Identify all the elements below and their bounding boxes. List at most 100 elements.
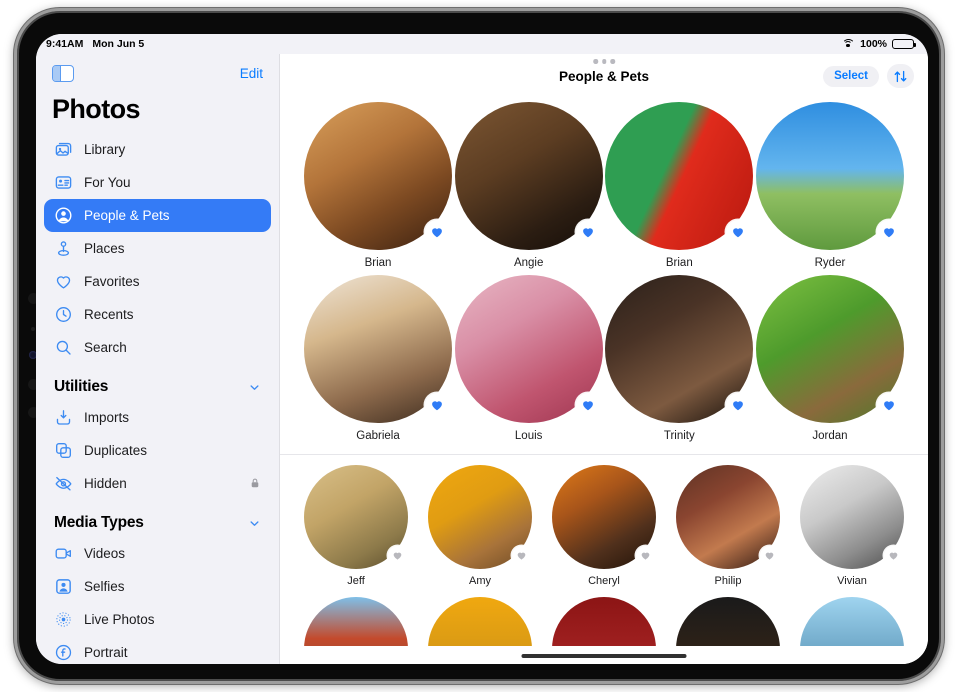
person-tile[interactable]: Vivian: [800, 465, 904, 587]
chevron-down-icon[interactable]: [248, 381, 261, 394]
avatar-wrapper: [676, 465, 780, 569]
unfavorite-heart-badge[interactable]: [388, 546, 407, 565]
person-tile[interactable]: Angie: [454, 102, 603, 269]
person-name: Gabriela: [356, 430, 400, 442]
for-you-card-icon: [54, 173, 73, 192]
avatar-wrapper: [454, 275, 603, 423]
sidebar-item-duplicates[interactable]: Duplicates: [44, 434, 271, 467]
edit-button[interactable]: Edit: [240, 66, 263, 81]
favorite-heart-badge[interactable]: [876, 220, 901, 244]
person-tile[interactable]: Brian: [605, 102, 754, 269]
unfavorite-heart-badge[interactable]: [636, 546, 655, 565]
person-name: Ryder: [814, 257, 846, 269]
people-grid[interactable]: Brian Angie Brian Ryder Gabriela Louis Trinity…: [280, 96, 928, 664]
sidebar-section-header-media-types[interactable]: Media Types: [44, 500, 271, 537]
sidebar-item-label: Duplicates: [84, 443, 148, 458]
favorite-heart-badge[interactable]: [575, 393, 600, 417]
avatar-wrapper: [755, 102, 904, 250]
chevron-down-icon[interactable]: [248, 517, 261, 530]
home-indicator[interactable]: [521, 653, 687, 658]
clock-icon: [54, 305, 73, 324]
favorite-heart-badge[interactable]: [425, 220, 449, 244]
person-tile[interactable]: Trinity: [605, 275, 754, 442]
page-title: Photos: [52, 94, 141, 124]
eye-slash-icon: [54, 474, 73, 493]
sidebar-sections: Utilities Imports Duplicates Hidden Media Ty…: [44, 364, 271, 664]
favorite-heart-badge[interactable]: [575, 220, 600, 244]
people-row: Gabriela Louis Trinity Jordan: [280, 269, 928, 442]
wifi-icon: [841, 38, 855, 50]
person-tile[interactable]: Jeff: [304, 465, 408, 587]
sidebar-item-search[interactable]: Search: [44, 331, 271, 364]
sidebar-item-library[interactable]: Library: [44, 133, 271, 166]
sidebar-item-selfies[interactable]: Selfies: [44, 570, 271, 603]
avatar-wrapper: [800, 465, 904, 569]
person-name: Trinity: [663, 430, 695, 442]
person-tile[interactable]: Gabriela: [304, 275, 452, 442]
favorite-heart-badge[interactable]: [726, 220, 751, 244]
person-tile[interactable]: Philip: [676, 465, 780, 587]
toolbar-actions: Select: [823, 64, 914, 88]
status-bar-right: 100%: [841, 38, 916, 50]
sidebar-item-label: Places: [84, 241, 125, 256]
sidebar-item-label: For You: [84, 175, 131, 190]
favorite-heart-badge[interactable]: [726, 393, 751, 417]
sidebar-item-live-photos[interactable]: Live Photos: [44, 603, 271, 636]
sidebar-item-portrait[interactable]: Portrait: [44, 636, 271, 664]
unfavorite-heart-badge[interactable]: [512, 546, 531, 565]
person-name: Brian: [364, 257, 392, 269]
person-tile[interactable]: Jordan: [755, 275, 904, 442]
sidebar-item-videos[interactable]: Videos: [44, 537, 271, 570]
status-time: 9:41AM: [46, 38, 84, 50]
avatar-wrapper: [605, 275, 754, 423]
avatar-wrapper: [304, 465, 408, 569]
sidebar-item-hidden[interactable]: Hidden: [44, 467, 271, 500]
people-row: Jeff Amy Cheryl Philip Vivian: [280, 455, 928, 587]
person-tile[interactable]: Louis: [454, 275, 603, 442]
ipad-screen: 9:41AM Mon Jun 5 100% Edit Photos Librar…: [36, 34, 928, 664]
person-tile[interactable]: Ryder: [755, 102, 904, 269]
sidebar-toggle-icon[interactable]: [52, 64, 74, 82]
sidebar-item-for-you[interactable]: For You: [44, 166, 271, 199]
avatar-wrapper: [755, 275, 904, 423]
ambient-sensor-dot: [31, 327, 35, 331]
sidebar-item-label: Live Photos: [84, 612, 155, 627]
person-name: Jeff: [347, 575, 365, 587]
portrait-f-icon: [54, 643, 73, 662]
main-toolbar: People & Pets Select: [280, 56, 928, 96]
sidebar-section-header-utilities[interactable]: Utilities: [44, 364, 271, 401]
person-tile[interactable]: Cheryl: [552, 465, 656, 587]
status-bar-left: 9:41AM Mon Jun 5: [46, 38, 144, 50]
import-tray-icon: [54, 408, 73, 427]
person-circle-icon: [54, 206, 73, 225]
avatar-wrapper: [454, 102, 603, 250]
person-tile[interactable]: Brian: [304, 102, 452, 269]
unfavorite-heart-badge[interactable]: [884, 546, 903, 565]
avatar-wrapper: [428, 465, 532, 569]
sidebar-item-imports[interactable]: Imports: [44, 401, 271, 434]
sidebar-section-title: Utilities: [54, 378, 109, 395]
photo-stack-icon: [54, 140, 73, 159]
duplicate-icon: [54, 441, 73, 460]
selfie-person-icon: [54, 577, 73, 596]
sidebar-item-favorites[interactable]: Favorites: [44, 265, 271, 298]
favorite-heart-badge[interactable]: [425, 393, 449, 417]
sidebar-item-people-pets[interactable]: People & Pets: [44, 199, 271, 232]
sidebar-item-places[interactable]: Places: [44, 232, 271, 265]
avatar-wrapper: [605, 102, 754, 250]
sidebar-item-recents[interactable]: Recents: [44, 298, 271, 331]
sidebar-item-label: Library: [84, 142, 126, 157]
favorite-heart-badge[interactable]: [876, 393, 901, 417]
person-name: Angie: [513, 257, 544, 269]
ipad-device-frame: 9:41AM Mon Jun 5 100% Edit Photos Librar…: [14, 8, 944, 684]
lock-icon: [249, 477, 261, 491]
battery-icon: [892, 38, 916, 50]
main-panel: People & Pets Select Brian Angie Brian Ryde…: [279, 54, 928, 664]
select-button[interactable]: Select: [823, 65, 879, 87]
unfavorite-heart-badge[interactable]: [760, 546, 779, 565]
sidebar-item-label: Favorites: [84, 274, 140, 289]
person-tile[interactable]: Amy: [428, 465, 532, 587]
person-name: Jordan: [812, 430, 848, 442]
sort-button[interactable]: [887, 64, 914, 88]
person-name: Philip: [714, 575, 742, 587]
